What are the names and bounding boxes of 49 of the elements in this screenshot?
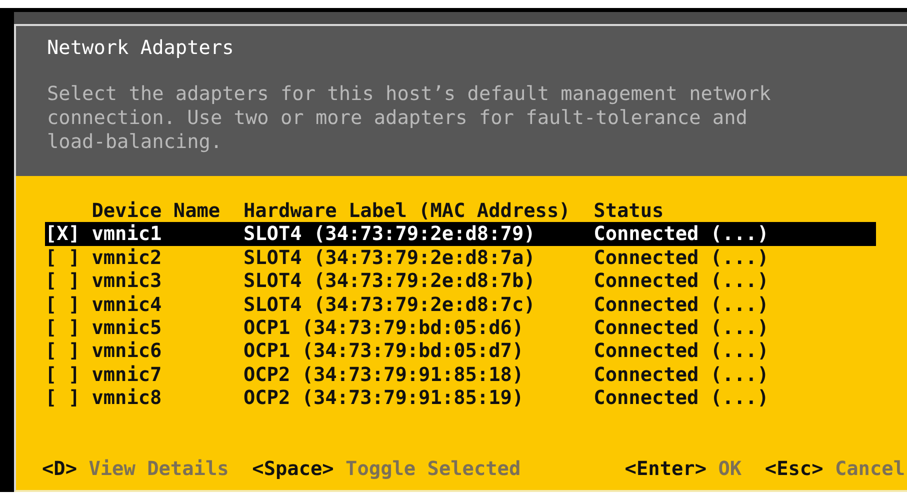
column-header: Device Name [92, 199, 222, 222]
table-cell-text: vmnic7 [92, 362, 163, 386]
table-cell: Connected (...) [594, 316, 769, 340]
dialog-description: Select the adapters for this host’s default management network connection. Use two or more adapters for fault-tolerance and load-balancing. [47, 82, 771, 154]
table-cell-text: OCP2 (34:73:79:91:85:19) [243, 386, 525, 410]
dialog-title: Network Adapters [47, 36, 235, 60]
adapter-row[interactable]: [X] vmnic1 SLOT4 (34:73:79:2e:d8:79) Connected (...) [45, 222, 876, 246]
shortcut-key: <Esc> [764, 457, 824, 480]
table-cell-text: SLOT4 (34:73:79:2e:d8:7b) [243, 269, 536, 293]
table-cell-text: vmnic2 [92, 246, 163, 270]
checkbox[interactable]: [ ] [45, 362, 92, 386]
adapter-row[interactable]: [ ] vmnic6 OCP1 (34:73:79:bd:05:d7) Connected (...) [45, 339, 876, 363]
table-cell-text: vmnic6 [92, 339, 163, 363]
shortcut-key: <D> [42, 457, 78, 480]
checkbox[interactable]: [ ] [45, 386, 92, 410]
table-cell-text: SLOT4 (34:73:79:2e:d8:79) [243, 222, 536, 246]
checkbox[interactable]: [ ] [45, 292, 92, 316]
table-cell-text: vmnic3 [92, 269, 163, 293]
table-cell-text: OCP1 (34:73:79:bd:05:d7) [243, 339, 525, 363]
table-cell-text: OCP2 (34:73:79:91:85:18) [243, 362, 525, 386]
table-cell-text: SLOT4 (34:73:79:2e:d8:7c) [243, 292, 536, 316]
table-cell: Connected (...) [594, 246, 769, 270]
table-cell-text: vmnic4 [92, 292, 163, 316]
checkbox[interactable]: [ ] [45, 339, 92, 363]
table-cell: Connected (...) [594, 292, 769, 316]
adapter-row[interactable]: [ ] vmnic2 SLOT4 (34:73:79:2e:d8:7a) Connected (...) [45, 246, 876, 270]
adapter-row[interactable]: [ ] vmnic4 SLOT4 (34:73:79:2e:d8:7c) Connected (...) [45, 292, 876, 316]
table-cell: Connected (...) [594, 386, 769, 410]
adapter-row[interactable]: [ ] vmnic8 OCP2 (34:73:79:91:85:19) Connected (...) [45, 386, 876, 410]
adapter-row[interactable]: [ ] vmnic7 OCP2 (34:73:79:91:85:18) Connected (...) [45, 362, 876, 386]
adapter-row[interactable]: [ ] vmnic3 SLOT4 (34:73:79:2e:d8:7b) Connected (...) [45, 269, 876, 293]
shortcut-key: <Enter> [624, 457, 707, 480]
table-cell-text: vmnic8 [92, 386, 163, 410]
checkbox[interactable]: [X] [45, 222, 92, 246]
table-cell: Connected (...) [594, 269, 769, 293]
table-cell: Connected (...) [594, 222, 769, 246]
table-cell-text: vmnic5 [92, 316, 163, 340]
shortcut-key: <Space> [252, 457, 334, 480]
checkbox[interactable]: [ ] [45, 269, 92, 293]
adapter-row[interactable]: [ ] vmnic5 OCP1 (34:73:79:bd:05:d6) Connected (...) [45, 316, 876, 340]
column-header: Status [594, 199, 664, 222]
column-header: Hardware Label (MAC Address) [243, 199, 572, 222]
table-cell-text: SLOT4 (34:73:79:2e:d8:7a) [243, 246, 536, 270]
table-cell-text: OCP1 (34:73:79:bd:05:d6) [243, 316, 525, 340]
table-cell: Connected (...) [594, 339, 769, 363]
checkbox[interactable]: [ ] [45, 316, 92, 340]
table-cell-text: vmnic1 [92, 222, 163, 246]
table-cell: Connected (...) [594, 362, 769, 386]
checkbox[interactable]: [ ] [45, 246, 92, 270]
